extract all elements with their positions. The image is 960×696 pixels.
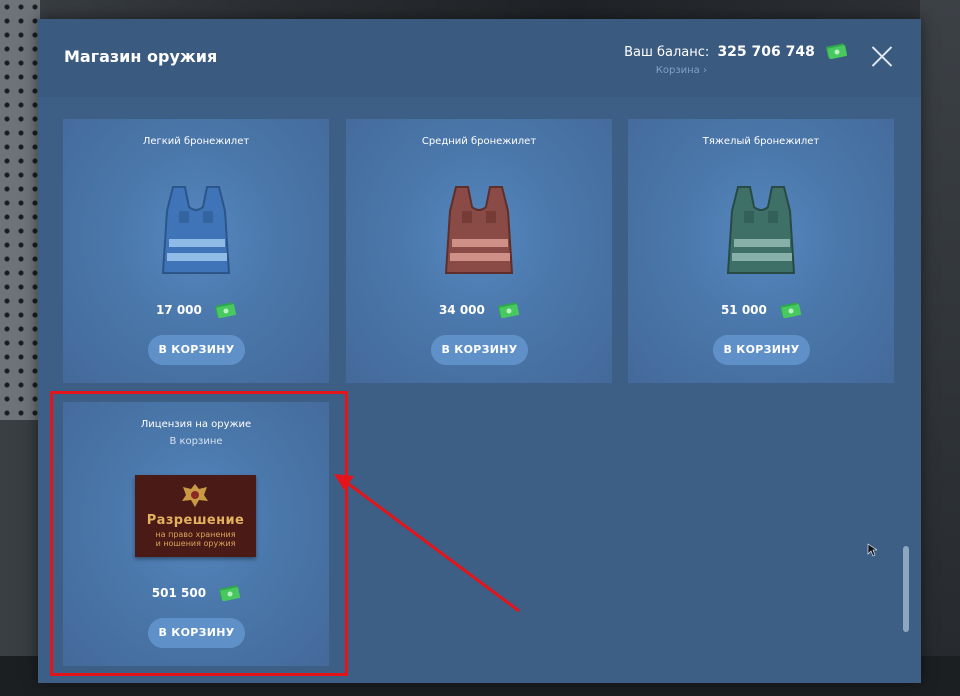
page-title: Магазин оружия [64, 47, 218, 66]
close-icon[interactable] [871, 45, 893, 67]
add-to-cart-button[interactable]: В КОРЗИНУ [713, 335, 810, 365]
cart-link[interactable]: Корзина › [656, 65, 707, 76]
balance-label: Ваш баланс: [624, 45, 710, 60]
balance-display: Ваш баланс: 325 706 748 [624, 43, 847, 60]
modal-header: Магазин оружия Ваш баланс: 325 706 748 К… [38, 19, 921, 97]
vest-icon [161, 186, 231, 274]
cash-icon [780, 302, 802, 318]
cash-icon [498, 302, 520, 318]
product-title: Тяжелый бронежилет [702, 136, 820, 147]
mouse-cursor-icon [867, 543, 877, 557]
product-price: 17 000 [63, 302, 329, 318]
balance-value: 325 706 748 [717, 44, 815, 60]
cash-icon [826, 43, 847, 59]
price-value: 34 000 [438, 303, 485, 317]
product-title: Средний бронежилет [421, 136, 537, 147]
product-card-heavy-vest: Тяжелый бронежилет 51 000 В КОРЗИНУ [628, 119, 894, 383]
price-value: 17 000 [155, 303, 202, 317]
product-title: Легкий бронежилет [142, 136, 250, 147]
cash-icon [215, 302, 237, 318]
product-price: 51 000 [628, 302, 894, 318]
add-to-cart-button[interactable]: В КОРЗИНУ [148, 335, 245, 365]
product-card-medium-vest: Средний бронежилет 34 000 В КОРЗИНУ [346, 119, 612, 383]
add-to-cart-button[interactable]: В КОРЗИНУ [431, 335, 528, 365]
vest-icon [444, 186, 514, 274]
scrollbar-thumb[interactable] [903, 546, 909, 632]
vest-icon [726, 186, 796, 274]
pegboard-background [0, 0, 40, 420]
price-value: 51 000 [720, 303, 767, 317]
highlight-box [50, 391, 348, 676]
product-price: 34 000 [346, 302, 612, 318]
product-card-light-vest: Легкий бронежилет 17 000 В КОРЗИНУ [63, 119, 329, 383]
background-wall [920, 0, 960, 696]
